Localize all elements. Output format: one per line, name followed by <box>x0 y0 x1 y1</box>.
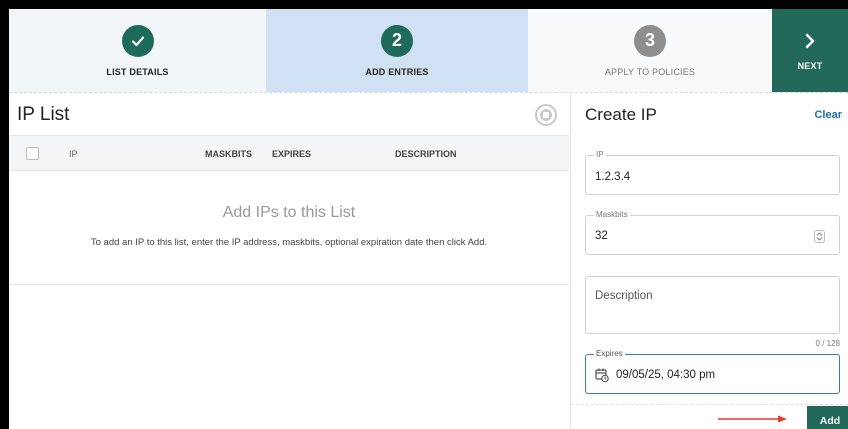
step-label: LIST DETAILS <box>106 66 169 77</box>
select-all-checkbox[interactable] <box>26 147 39 160</box>
column-maskbits[interactable]: MASKBITS <box>205 149 252 159</box>
add-button[interactable]: Add <box>807 406 848 429</box>
table-header: IP MASKBITS EXPIRES DESCRIPTION <box>9 136 569 171</box>
clear-button[interactable]: Clear <box>814 109 842 121</box>
step-number: 2 <box>381 24 413 57</box>
empty-state-title: Add IPs to this List <box>222 204 356 221</box>
check-icon <box>121 24 154 57</box>
step-add-entries[interactable]: 2 ADD ENTRIES <box>266 9 528 92</box>
step-label: APPLY TO POLICIES <box>604 66 696 77</box>
step-number: 3 <box>634 24 666 57</box>
maskbits-field-label: Maskbits <box>594 210 630 219</box>
ip-field[interactable]: IP 1.2.3.4 <box>585 150 840 195</box>
column-ip[interactable]: IP <box>69 149 78 159</box>
form-footer-divider <box>571 404 848 405</box>
app-frame: LIST DETAILS 2 ADD ENTRIES 3 APPLY TO PO… <box>9 9 848 429</box>
description-placeholder: Description <box>595 290 653 302</box>
ip-list-panel: IP List IP MASKBITS EXPIRES DESCRIPTION … <box>9 94 569 429</box>
delete-icon[interactable] <box>535 103 557 126</box>
step-label: ADD ENTRIES <box>365 66 429 77</box>
ip-field-label: IP <box>594 150 606 159</box>
expires-field-value: 09/05/25, 04:30 pm <box>616 369 716 381</box>
empty-state: Add IPs to this List To add an IP to thi… <box>9 171 569 285</box>
create-ip-panel: Create IP Clear IP 1.2.3.4 Maskbits 32 D… <box>570 94 848 429</box>
next-button[interactable]: NEXT <box>772 9 848 92</box>
description-char-counter: 0 / 128 <box>815 339 840 348</box>
maskbits-field[interactable]: Maskbits 32 <box>585 210 840 255</box>
ip-list-header: IP List <box>9 94 569 136</box>
stepper-arrows-icon[interactable] <box>814 230 825 243</box>
chevron-right-icon <box>803 31 817 53</box>
step-list-details[interactable]: LIST DETAILS <box>9 9 266 92</box>
next-label: NEXT <box>797 60 823 71</box>
column-description[interactable]: DESCRIPTION <box>395 149 457 159</box>
description-field[interactable]: Description <box>585 276 840 334</box>
ip-field-value: 1.2.3.4 <box>595 171 631 183</box>
step-apply-to-policies[interactable]: 3 APPLY TO POLICIES <box>528 9 772 92</box>
create-ip-header: Create IP Clear <box>571 94 848 136</box>
ip-list-title: IP List <box>17 103 70 125</box>
wizard-stepper: LIST DETAILS 2 ADD ENTRIES 3 APPLY TO PO… <box>9 9 848 93</box>
maskbits-field-value: 32 <box>595 230 608 242</box>
expires-field[interactable]: Expires 09/05/25, 04:30 pm <box>585 349 840 394</box>
column-expires[interactable]: EXPIRES <box>272 149 311 159</box>
arrow-right-icon <box>718 415 787 423</box>
create-ip-title: Create IP <box>585 105 657 124</box>
expires-field-label: Expires <box>594 349 625 358</box>
calendar-clock-icon[interactable] <box>595 368 609 383</box>
empty-state-hint: To add an IP to this list, enter the IP … <box>90 237 488 248</box>
